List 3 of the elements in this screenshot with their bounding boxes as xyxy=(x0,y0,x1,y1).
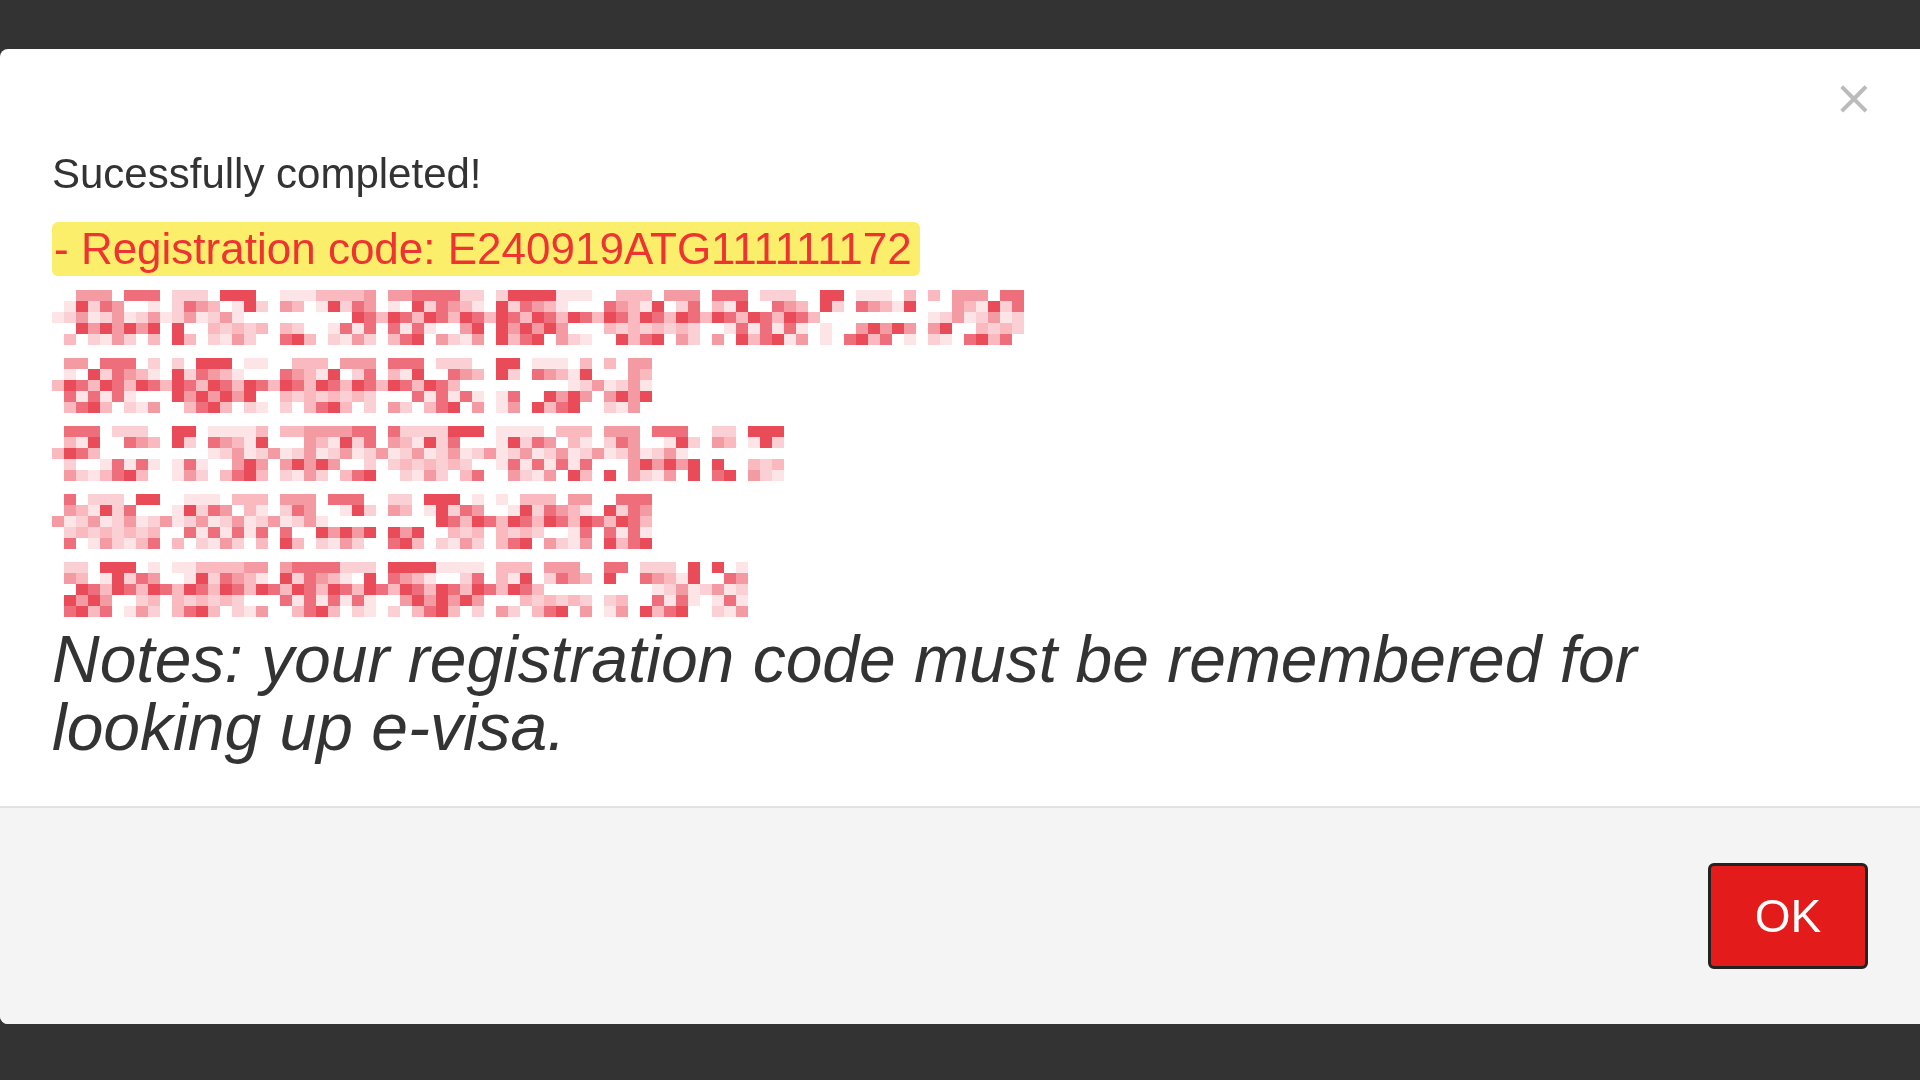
ok-button[interactable]: OK xyxy=(1708,863,1868,969)
dialog-title: Sucessfully completed! xyxy=(52,153,483,195)
registration-code: - Registration code: E240919ATG111111172 xyxy=(52,222,920,276)
